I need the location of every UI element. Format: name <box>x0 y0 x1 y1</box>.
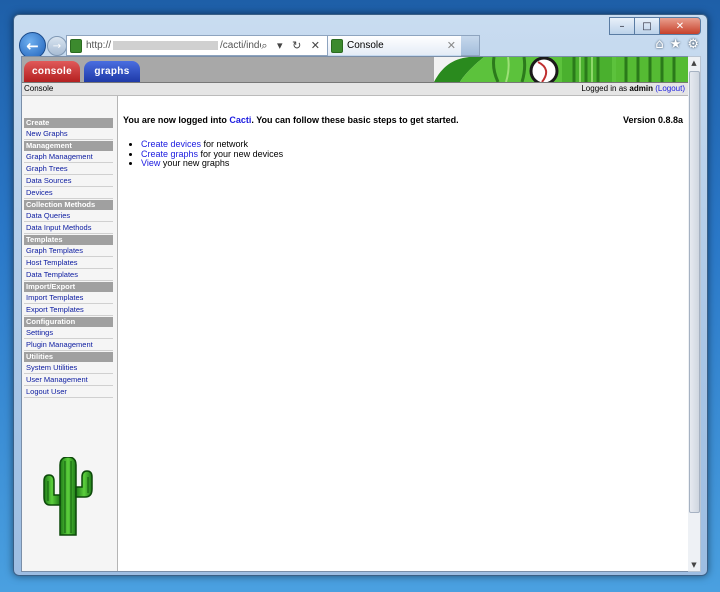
cacti-favicon-icon <box>70 38 82 53</box>
address-bar[interactable]: http:// /cacti/index.php ⌕ ▾ ↻ ✕ <box>66 35 328 56</box>
sidebar-item-logout-user[interactable]: Logout User <box>24 386 113 398</box>
sidebar-item-user-management[interactable]: User Management <box>24 374 113 386</box>
welcome-message: You are now logged into Cacti. You can f… <box>123 115 683 125</box>
tab-favicon-icon <box>331 38 343 53</box>
tab-console[interactable]: Console ✕ <box>327 35 462 55</box>
maximize-button[interactable]: □ <box>634 17 660 35</box>
forward-button[interactable]: → <box>47 36 67 56</box>
sidebar-item-system-utilities[interactable]: System Utilities <box>24 362 113 374</box>
sidebar-item-devices[interactable]: Devices <box>24 187 113 199</box>
sidebar-item-graph-templates[interactable]: Graph Templates <box>24 245 113 257</box>
cactus-banner-image <box>434 57 689 82</box>
sidebar-section-header: Configuration <box>24 317 113 327</box>
tab-label: Console <box>347 40 384 51</box>
step-text: for your new devices <box>198 148 284 159</box>
create-graphs-link[interactable]: Create graphs <box>141 149 198 159</box>
minimize-button[interactable]: – <box>609 17 635 35</box>
create-devices-link[interactable]: Create devices <box>141 139 201 149</box>
list-item: View your new graphs <box>141 158 683 169</box>
logged-in-prefix: Logged in as <box>581 84 628 93</box>
breadcrumb: Console Logged in as admin (Logout) <box>22 83 689 96</box>
forward-arrow-icon: → <box>52 40 62 52</box>
breadcrumb-current: Console <box>24 84 54 93</box>
scroll-up-icon[interactable]: ▲ <box>688 57 700 69</box>
gear-icon[interactable]: ⚙ <box>687 37 699 52</box>
sidebar-section-header: Create <box>24 118 113 128</box>
cactus-logo-icon <box>42 456 94 542</box>
address-url[interactable]: http:// /cacti/index.php <box>86 40 261 51</box>
login-status: Logged in as admin (Logout) <box>581 84 685 93</box>
sidebar-item-graph-management[interactable]: Graph Management <box>24 151 113 163</box>
address-redacted <box>113 40 219 50</box>
sidebar-section-header: Collection Methods <box>24 200 113 210</box>
home-icon[interactable]: ⌂ <box>655 37 663 52</box>
sidebar-item-graph-trees[interactable]: Graph Trees <box>24 163 113 175</box>
tab-graphs-nav[interactable]: graphs <box>84 61 140 82</box>
browser-tools: ⌂ ★ ⚙ <box>655 37 699 52</box>
sidebar-item-host-templates[interactable]: Host Templates <box>24 257 113 269</box>
sidebar-section-header: Templates <box>24 235 113 245</box>
window-controls: – □ ✕ <box>609 17 701 35</box>
scroll-down-icon[interactable]: ▼ <box>688 559 700 571</box>
cacti-header: console graphs <box>22 57 689 83</box>
sidebar-item-data-queries[interactable]: Data Queries <box>24 210 113 222</box>
address-bar-icons[interactable]: ⌕ ▾ ↻ ✕ <box>261 39 327 53</box>
back-button[interactable]: ← <box>19 32 46 59</box>
back-arrow-icon: ← <box>26 36 39 55</box>
sidebar-item-export-templates[interactable]: Export Templates <box>24 304 113 316</box>
star-icon[interactable]: ★ <box>670 37 682 52</box>
sidebar-item-import-templates[interactable]: Import Templates <box>24 292 113 304</box>
close-window-button[interactable]: ✕ <box>659 17 701 35</box>
scroll-thumb[interactable] <box>689 71 700 513</box>
sidebar-section-header: Import/Export <box>24 282 113 292</box>
sidebar-item-new-graphs[interactable]: New Graphs <box>24 128 113 140</box>
sidebar: Create New Graphs Management Graph Manageme… <box>22 96 118 571</box>
view-graphs-link[interactable]: View <box>141 158 160 168</box>
new-tab-button[interactable] <box>461 35 480 56</box>
step-text: for network <box>201 139 249 149</box>
sidebar-item-settings[interactable]: Settings <box>24 327 113 339</box>
sidebar-item-plugin-management[interactable]: Plugin Management <box>24 339 113 351</box>
address-path: /cacti/index.php <box>220 40 261 51</box>
main-content: You are now logged into Cacti. You can f… <box>123 115 683 169</box>
username: admin <box>629 84 653 93</box>
sidebar-section-header: Management <box>24 141 113 151</box>
sidebar-item-data-input-methods[interactable]: Data Input Methods <box>24 222 113 234</box>
browser-window: – □ ✕ ← → http:// /cacti/index.php ⌕ ▾ ↻ … <box>13 14 708 576</box>
getting-started-list: Create devices for network Create graphs… <box>141 139 683 169</box>
vertical-scrollbar[interactable]: ▲ ▼ <box>688 56 701 572</box>
welcome-prefix: You are now logged into <box>123 115 227 125</box>
cacti-link[interactable]: Cacti <box>229 115 251 125</box>
tab-console-nav[interactable]: console <box>24 61 80 82</box>
sidebar-menu: Create New Graphs Management Graph Manageme… <box>24 117 113 398</box>
sidebar-section-header: Utilities <box>24 352 113 362</box>
address-prefix: http:// <box>86 40 112 51</box>
version-label: Version 0.8.8a <box>622 115 683 125</box>
sidebar-item-data-sources[interactable]: Data Sources <box>24 175 113 187</box>
welcome-suffix: . You can follow these basic steps to ge… <box>251 115 459 125</box>
logout-link[interactable]: (Logout) <box>655 84 685 93</box>
sidebar-item-data-templates[interactable]: Data Templates <box>24 269 113 281</box>
page-viewport: console graphs Console Logged in as admi… <box>21 56 690 572</box>
step-text: your new graphs <box>160 158 230 168</box>
tab-close-icon[interactable]: ✕ <box>447 39 461 52</box>
